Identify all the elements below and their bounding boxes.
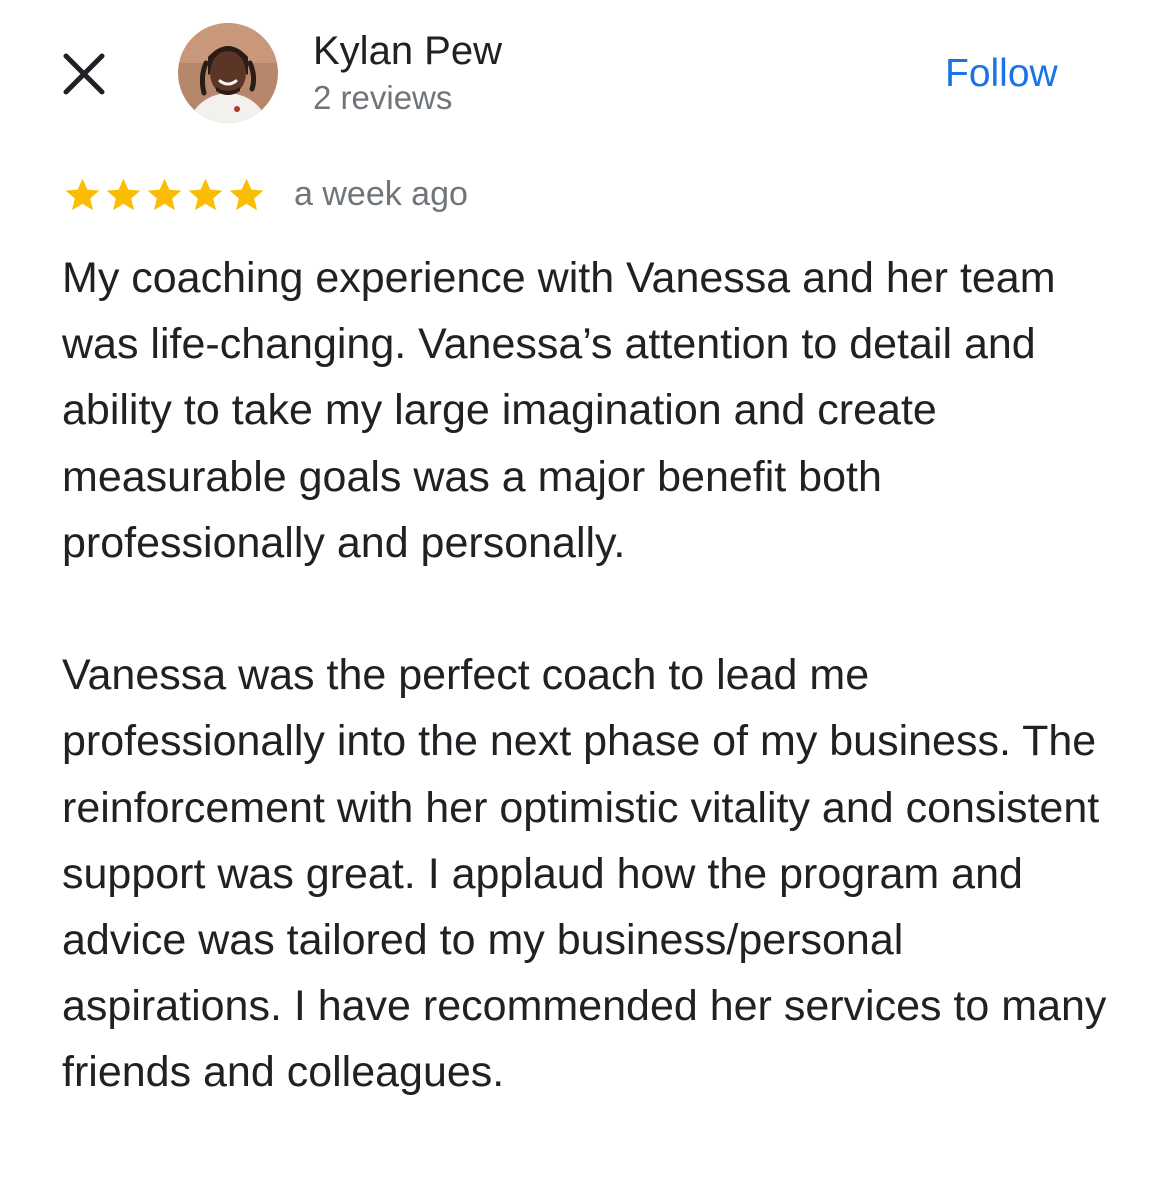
review-paragraph: Vanessa was the perfect coach to lead me… — [62, 651, 1107, 1097]
follow-button[interactable]: Follow — [945, 50, 1058, 98]
review-count: 2 reviews — [313, 79, 453, 116]
review-date: a week ago — [294, 175, 468, 213]
review-paragraph: My coaching experience with Vanessa and … — [62, 254, 1056, 567]
review-text: My coaching experience with Vanessa and … — [62, 245, 1112, 1106]
star-icon — [188, 178, 223, 211]
reviewer-avatar-icon — [178, 23, 278, 123]
star-icon — [147, 178, 182, 211]
star-icon — [229, 178, 264, 211]
close-button[interactable] — [58, 48, 110, 100]
close-icon — [63, 53, 105, 95]
star-icon — [65, 178, 100, 211]
star-icon — [106, 178, 141, 211]
reviewer-name[interactable]: Kylan Pew — [313, 27, 502, 75]
avatar[interactable] — [178, 23, 278, 123]
star-rating — [62, 175, 267, 215]
